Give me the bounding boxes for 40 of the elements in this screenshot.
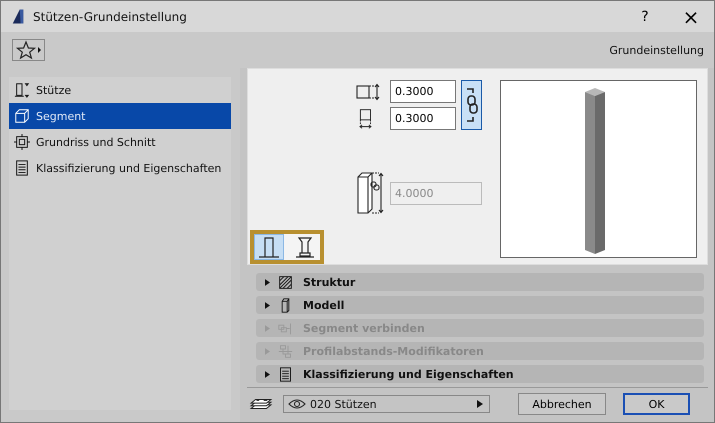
- help-button[interactable]: ?: [622, 1, 668, 32]
- section-header[interactable]: Klassifizierung und Eigenschaften: [256, 365, 704, 383]
- connector-icon: [278, 320, 293, 336]
- eye-icon: [288, 398, 306, 410]
- expand-arrow-icon: [265, 370, 270, 378]
- favorites-button[interactable]: [12, 39, 45, 61]
- expand-arrow-icon: [265, 348, 270, 354]
- column-icon: [14, 82, 30, 98]
- sidebar-item[interactable]: Klassifizierung und Eigenschaften: [9, 155, 231, 181]
- cube-icon: [14, 108, 30, 124]
- tapered-column-icon: [293, 235, 317, 259]
- link-toggle[interactable]: [461, 80, 482, 130]
- chain-link-icon: [464, 85, 478, 125]
- panel-heading: Grundeinstellung: [609, 44, 704, 56]
- section-header[interactable]: Modell: [256, 296, 704, 314]
- window-title: Stützen-Grundeinstellung: [33, 10, 188, 24]
- sidebar-item[interactable]: Segment: [9, 103, 231, 129]
- width-field[interactable]: 0.3000: [390, 80, 456, 103]
- column-icon: [257, 235, 281, 259]
- cancel-button[interactable]: Abbrechen: [518, 393, 606, 415]
- layer-dropdown[interactable]: 020 Stützen: [283, 395, 490, 413]
- plan-icon: [14, 134, 30, 150]
- sidebar-item[interactable]: Grundriss und Schnitt: [9, 129, 231, 155]
- profile-icon: [278, 344, 293, 358]
- hatch-icon: [278, 274, 293, 290]
- app-logo-icon: [11, 8, 25, 25]
- expand-arrow-icon: [265, 302, 270, 308]
- close-button[interactable]: ×: [668, 1, 714, 32]
- caret-icon: [477, 400, 483, 408]
- document-icon: [278, 366, 293, 382]
- expand-arrow-icon: [265, 278, 270, 286]
- ok-button[interactable]: OK: [623, 393, 690, 415]
- sidebar-item[interactable]: Stütze: [9, 77, 231, 103]
- document-icon: [14, 160, 30, 176]
- height-icon: [355, 172, 385, 214]
- straight-column-button[interactable]: [254, 234, 284, 260]
- expand-arrow-icon: [265, 324, 270, 332]
- section-header[interactable]: Struktur: [256, 273, 704, 291]
- star-icon: [14, 40, 42, 60]
- depth-field[interactable]: 0.3000: [390, 107, 456, 130]
